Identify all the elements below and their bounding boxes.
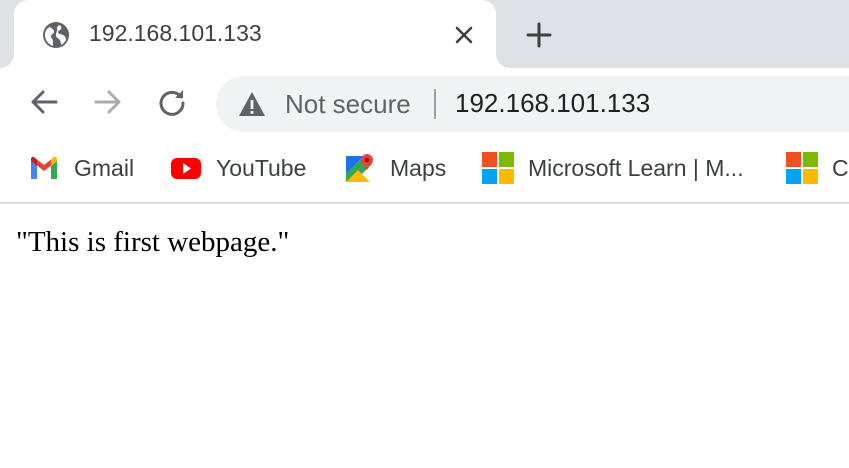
- bookmark-gmail[interactable]: Gmail: [28, 152, 134, 184]
- bookmark-microsoft[interactable]: C: [786, 152, 849, 184]
- bookmark-label: Gmail: [74, 154, 135, 181]
- tab-title: 192.168.101.133: [89, 20, 262, 46]
- bookmarks-bar: Gmail YouTube Maps Microsoft Learn | M..…: [0, 140, 849, 204]
- bookmark-label: YouTube: [216, 154, 307, 181]
- bookmark-maps[interactable]: Maps: [344, 152, 446, 184]
- bookmark-label: Microsoft Learn | M...: [528, 154, 744, 181]
- page-text: "This is first webpage.": [16, 226, 290, 258]
- bookmark-youtube[interactable]: YouTube: [170, 152, 306, 184]
- back-button[interactable]: [26, 84, 62, 120]
- url-text[interactable]: 192.168.101.133: [455, 88, 650, 119]
- bookmark-label: C: [832, 154, 849, 181]
- page-content: "This is first webpage.": [0, 206, 849, 468]
- tab-corner-right: [496, 54, 510, 68]
- forward-button[interactable]: [90, 84, 126, 120]
- tab-strip: 192.168.101.133: [0, 0, 849, 68]
- microsoft-icon: [786, 152, 818, 184]
- bookmark-microsoft-learn[interactable]: Microsoft Learn | M...: [482, 152, 744, 184]
- reload-button[interactable]: [154, 84, 190, 120]
- reload-icon: [159, 90, 185, 116]
- warning-triangle-icon[interactable]: [238, 91, 266, 117]
- address-bar[interactable]: Not secure 192.168.101.133: [216, 76, 849, 132]
- toolbar: Not secure 192.168.101.133: [0, 68, 849, 140]
- gmail-icon: [28, 152, 60, 184]
- maps-icon: [344, 152, 376, 184]
- bookmark-label: Maps: [390, 154, 447, 181]
- plus-icon: [526, 22, 552, 48]
- tab-corner-left: [0, 54, 14, 68]
- security-status[interactable]: Not secure: [285, 89, 411, 120]
- microsoft-icon: [482, 152, 514, 184]
- back-arrow-icon: [31, 90, 58, 114]
- globe-icon: [42, 21, 70, 49]
- youtube-icon: [170, 152, 202, 184]
- forward-arrow-icon: [94, 90, 121, 114]
- close-icon[interactable]: [450, 21, 478, 49]
- new-tab-button[interactable]: [522, 18, 556, 52]
- omnibox-divider: [434, 89, 436, 119]
